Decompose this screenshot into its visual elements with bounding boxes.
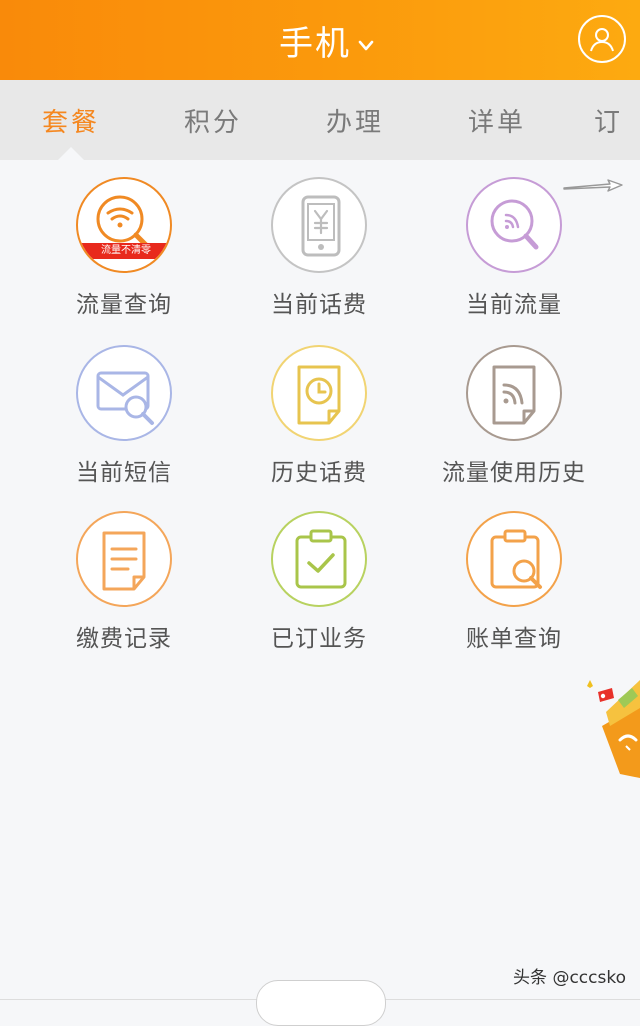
tab-handle[interactable]: 办理 [295,80,415,160]
phone-yuan-icon [271,177,367,273]
grid-item-history-fee[interactable]: 历史话费 [221,345,417,505]
grid-item-label: 当前短信 [76,460,172,486]
grid-item-bill-query[interactable]: 账单查询 [416,511,612,671]
tab-bar: 套餐 积分 办理 详单 订 [0,80,640,160]
clipboard-check-icon [271,511,367,607]
grid-item-data-query[interactable]: 流量不清零 流量查询 [26,177,222,337]
data-magnifier-icon [466,177,562,273]
user-icon[interactable] [578,15,626,63]
grid-item-payment-record[interactable]: 缴费记录 [26,511,222,671]
app-header: 手机 [0,0,640,80]
no-reset-badge: 流量不清零 [78,243,170,259]
service-selector[interactable]: 手机 [0,0,640,80]
grid-item-data-history[interactable]: 流量使用历史 [416,345,612,505]
grid-item-label: 缴费记录 [76,626,172,652]
tab-subscribe[interactable]: 订 [594,80,640,160]
grid-item-current-data[interactable]: 当前流量 [416,177,612,337]
grid-item-label: 当前话费 [271,292,367,318]
bill-search-icon [466,511,562,607]
bottom-handle[interactable] [256,980,386,1026]
tab-details[interactable]: 详单 [437,80,557,160]
grid-item-label: 流量查询 [76,292,172,318]
active-tab-pointer [58,147,84,160]
grid-item-label: 当前流量 [466,292,562,318]
grid-item-label: 账单查询 [466,626,562,652]
grid-item-label: 已订业务 [271,626,367,652]
header-title: 手机 [279,23,351,64]
clock-document-icon [271,345,367,441]
grid-item-current-fee[interactable]: 当前话费 [221,177,417,337]
data-search-icon: 流量不清零 [76,177,172,273]
envelope-search-icon [76,345,172,441]
grid-item-label: 流量使用历史 [442,460,586,486]
grid-item-current-sms[interactable]: 当前短信 [26,345,222,505]
data-document-icon [466,345,562,441]
tab-points[interactable]: 积分 [153,80,273,160]
grid-item-label: 历史话费 [271,460,367,486]
watermark: 头条 @cccsko [513,968,626,988]
payment-record-icon [76,511,172,607]
grid-item-subscribed-services[interactable]: 已订业务 [221,511,417,671]
promo-bag-icon[interactable] [584,674,640,788]
chevron-down-icon [357,22,375,62]
